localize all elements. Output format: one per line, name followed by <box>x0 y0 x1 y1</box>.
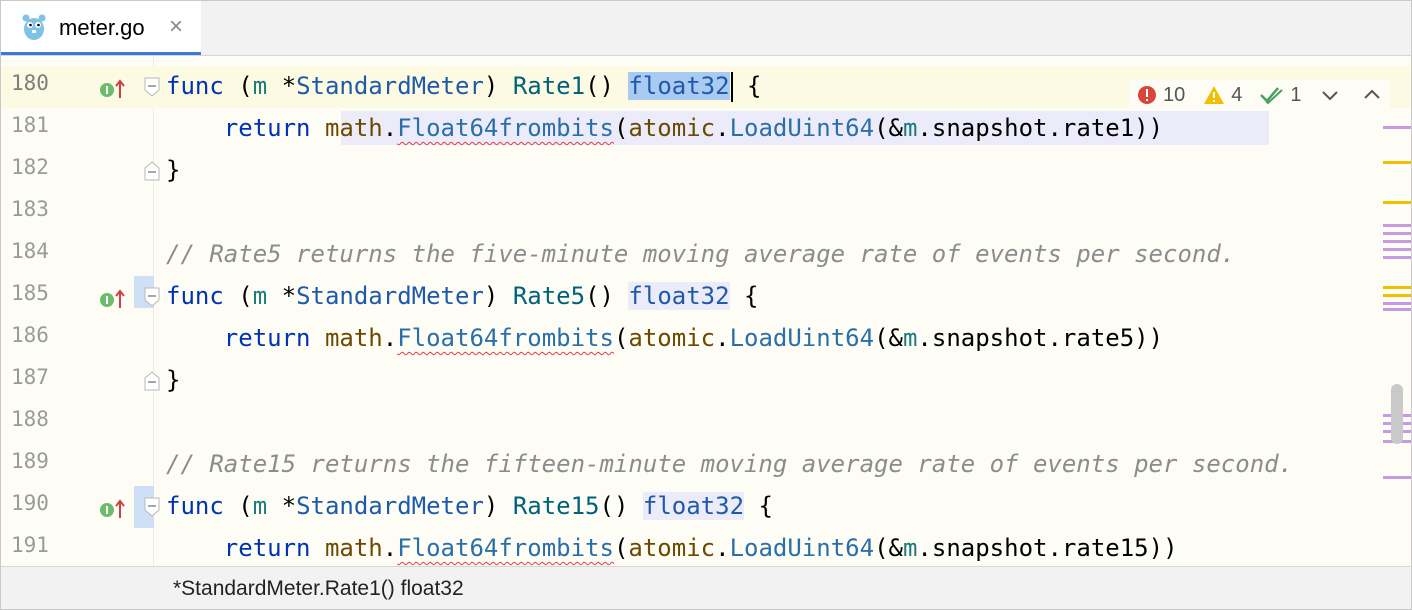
tab-meter-go[interactable]: meter.go × <box>1 1 201 55</box>
code-line-180[interactable]: 180 func (m *StandardMeter) Rate1() floa… <box>1 66 1411 110</box>
code-comment: // Rate5 returns the five-minute moving … <box>166 240 1236 268</box>
chevron-up-icon[interactable] <box>1362 85 1382 105</box>
line-number: 190 <box>11 491 49 515</box>
breadcrumb-bar: *StandardMeter.Rate1() float32 <box>1 566 1411 609</box>
line-number: 191 <box>11 533 49 557</box>
code-text: return math.Float64frombits(atomic.LoadU… <box>223 324 1164 352</box>
code-text: return math.Float64frombits(atomic.LoadU… <box>223 534 1178 562</box>
code-line-189[interactable]: 189 // Rate15 returns the fifteen-minute… <box>1 444 1411 486</box>
implements-interface-icon[interactable] <box>99 498 127 520</box>
errors-count: 10 <box>1163 83 1186 106</box>
inspection-widget[interactable]: 10 4 1 <box>1129 80 1390 110</box>
line-number: 187 <box>11 365 49 389</box>
line-number: 183 <box>11 197 49 221</box>
line-number: 182 <box>11 155 49 179</box>
error-icon <box>1138 86 1156 104</box>
code-text: } <box>166 156 181 184</box>
warnings-indicator[interactable]: 4 <box>1203 84 1242 107</box>
code-editor[interactable]: 180 func (m *StandardMeter) Rate1() floa… <box>1 56 1411 566</box>
function-signature-breadcrumb[interactable]: *StandardMeter.Rate1() float32 <box>173 577 464 601</box>
fold-open-icon[interactable] <box>144 287 160 307</box>
line-number: 188 <box>11 407 49 431</box>
tab-bar: meter.go × <box>1 1 1411 56</box>
code-line-182[interactable]: 182 } <box>1 150 1411 192</box>
implements-interface-icon[interactable] <box>99 288 127 310</box>
close-icon[interactable]: × <box>169 13 183 41</box>
code-line-186[interactable]: 186 return math.Float64frombits(atomic.L… <box>1 318 1411 360</box>
weak-warnings-indicator[interactable]: 1 <box>1260 83 1302 107</box>
fold-open-icon[interactable] <box>144 497 160 517</box>
fold-end-icon[interactable] <box>144 371 160 391</box>
code-line-190[interactable]: 190 func (m *StandardMeter) Rate15() flo… <box>1 486 1411 528</box>
double-check-icon <box>1260 87 1284 105</box>
code-line-188[interactable]: 188 <box>1 402 1411 444</box>
selected-return-type: float32 <box>628 72 730 100</box>
code-line-181[interactable]: 181 return math.Float64frombits(atomic.L… <box>1 108 1411 150</box>
code-line-183[interactable]: 183 <box>1 192 1411 234</box>
editor-window: meter.go × 180 func (m *StandardMeter) R… <box>0 0 1412 610</box>
code-comment: // Rate15 returns the fifteen-minute mov… <box>166 450 1294 478</box>
code-text: func (m *StandardMeter) Rate15() float32… <box>166 492 773 520</box>
go-gopher-icon <box>22 14 46 40</box>
line-number: 189 <box>11 449 49 473</box>
implements-interface-icon[interactable] <box>99 78 127 100</box>
fold-end-icon[interactable] <box>144 161 160 181</box>
warning-icon <box>1204 86 1225 104</box>
line-number: 184 <box>11 239 49 263</box>
weak-warnings-count: 1 <box>1290 83 1302 106</box>
line-number: 185 <box>11 281 49 305</box>
scrollbar-thumb[interactable] <box>1391 384 1403 444</box>
code-text: } <box>166 366 181 394</box>
code-line-184[interactable]: 184 // Rate5 returns the five-minute mov… <box>1 234 1411 276</box>
line-number: 181 <box>11 113 49 137</box>
chevron-down-icon[interactable] <box>1320 85 1340 105</box>
line-number: 186 <box>11 323 49 347</box>
code-line-187[interactable]: 187 } <box>1 360 1411 402</box>
warnings-count: 4 <box>1231 83 1243 106</box>
code-line-185[interactable]: 185 func (m *StandardMeter) Rate5() floa… <box>1 276 1411 318</box>
code-text: func (m *StandardMeter) Rate5() float32 … <box>166 282 759 310</box>
fold-open-icon[interactable] <box>144 77 160 97</box>
errors-indicator[interactable]: 10 <box>1137 84 1185 107</box>
code-text: func (m *StandardMeter) Rate1() float32 … <box>166 72 762 102</box>
line-number: 180 <box>11 71 49 95</box>
code-line-191[interactable]: 191 return math.Float64frombits(atomic.L… <box>1 528 1411 566</box>
tab-label: meter.go <box>59 15 145 40</box>
code-text: return math.Float64frombits(atomic.LoadU… <box>223 114 1164 142</box>
